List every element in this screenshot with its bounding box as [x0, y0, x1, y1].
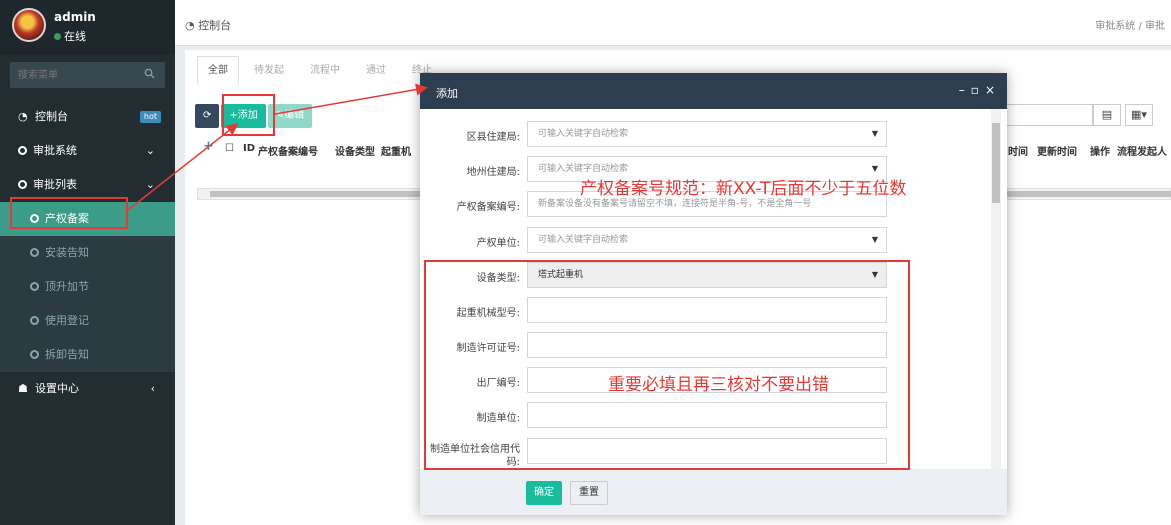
- annotation-note-record-format: 产权备案号规范：新XX-T后面不少于五位数: [580, 179, 907, 199]
- annotation-arrows: [127, 83, 428, 211]
- annotation-note-required: 重要必填且再三核对不要出错: [608, 375, 829, 395]
